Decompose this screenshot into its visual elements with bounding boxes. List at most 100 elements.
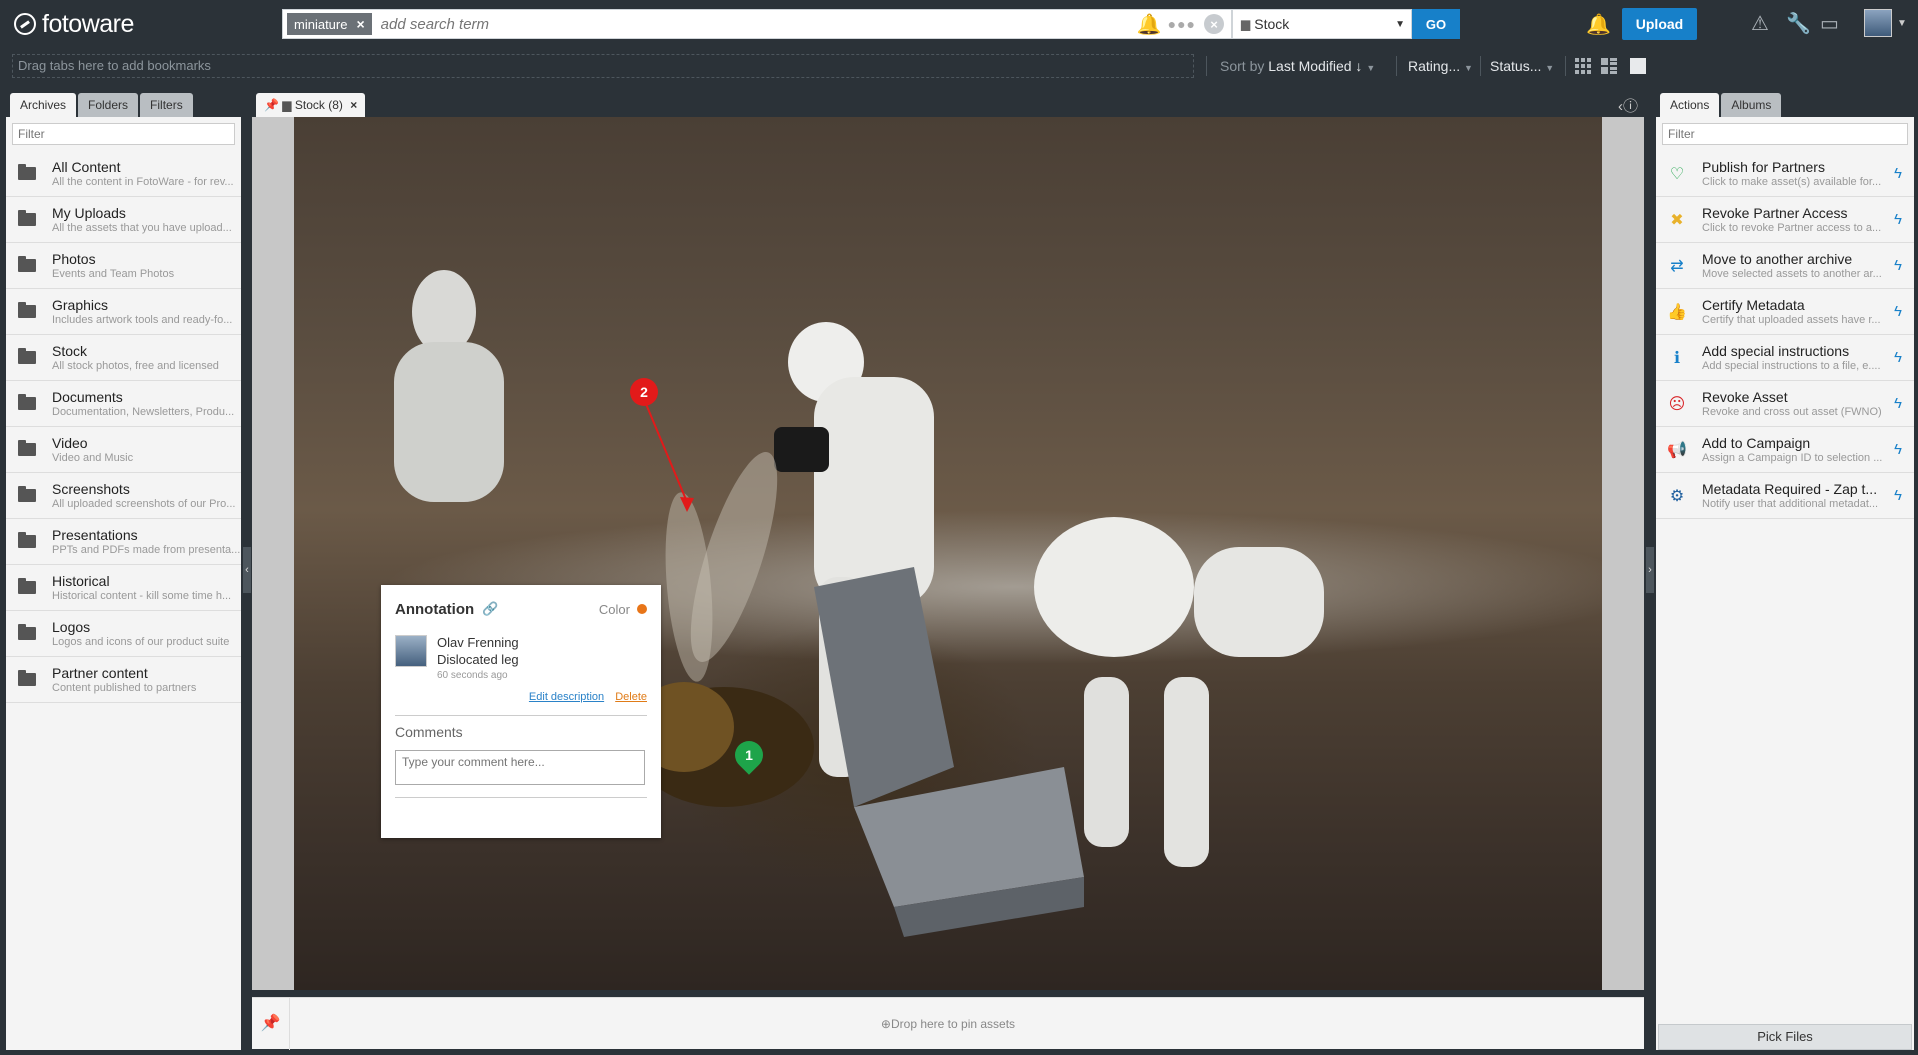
archive-item-presentations[interactable]: Presentations PPTs and PDFs made from pre…: [6, 519, 241, 565]
pin-drop-hint: ⊕Drop here to pin assets: [880, 1017, 1016, 1031]
folder-icon: [18, 670, 36, 686]
archive-title: Stock: [52, 343, 88, 359]
grid-view-icon[interactable]: [1575, 58, 1591, 74]
archive-description: PPTs and PDFs made from presenta...: [52, 544, 241, 556]
marker-label: 1: [745, 747, 753, 763]
action-item[interactable]: ℹ Add special instructions Add special ins…: [1656, 335, 1914, 381]
delete-annotation-link[interactable]: Delete: [615, 691, 647, 703]
archive-item-partner-content[interactable]: Partner content Content published to part…: [6, 657, 241, 703]
clear-search-icon[interactable]: ×: [1204, 14, 1224, 34]
archive-item-stock[interactable]: Stock All stock photos, free and licensed: [6, 335, 241, 381]
tab-actions[interactable]: Actions: [1660, 93, 1720, 117]
search-chip[interactable]: miniature ×: [287, 13, 372, 35]
archive-item-screenshots[interactable]: Screenshots All uploaded screenshots of o…: [6, 473, 241, 519]
comment-input[interactable]: [395, 750, 645, 785]
toolbar: Drag tabs here to add bookmarks Sort by …: [0, 48, 1918, 85]
edit-description-link[interactable]: Edit description: [529, 691, 604, 703]
logo-text: fotoware: [42, 9, 134, 38]
search-chip-label: miniature: [294, 16, 348, 32]
lightning-icon[interactable]: ϟ: [1894, 257, 1902, 274]
folder-icon: [18, 256, 36, 272]
archive-item-video[interactable]: Video Video and Music: [6, 427, 241, 473]
action-item[interactable]: ♡ Publish for Partners Click to make asset…: [1656, 151, 1914, 197]
lightning-icon[interactable]: ϟ: [1894, 349, 1902, 366]
info-icon[interactable]: ‹ⓘ: [1618, 95, 1638, 116]
action-description: Move selected assets to another ar...: [1702, 268, 1882, 280]
fotoware-logo[interactable]: fotoware: [14, 10, 134, 38]
tab-folders[interactable]: Folders: [78, 93, 139, 117]
pick-files-button[interactable]: Pick Files: [1658, 1024, 1912, 1050]
warning-icon[interactable]: ⚠: [1751, 11, 1769, 36]
single-view-icon[interactable]: [1630, 58, 1646, 74]
action-description: Notify user that additional metadat...: [1702, 498, 1879, 510]
folder-icon: ▆: [1241, 17, 1251, 31]
x-icon: ✖: [1670, 211, 1684, 229]
user-avatar[interactable]: [1864, 9, 1892, 37]
collapse-right-handle[interactable]: ›: [1646, 547, 1654, 593]
status-dropdown[interactable]: Status... ▼: [1490, 58, 1554, 74]
archive-item-logos[interactable]: Logos Logos and icons of our product suit…: [6, 611, 241, 657]
lightning-icon[interactable]: ϟ: [1894, 211, 1902, 228]
lightning-icon[interactable]: ϟ: [1894, 165, 1902, 182]
archive-description: All stock photos, free and licensed: [52, 360, 219, 372]
bookmark-dropzone[interactable]: Drag tabs here to add bookmarks: [12, 54, 1194, 78]
list-view-icon[interactable]: [1601, 58, 1617, 74]
pin-dropzone[interactable]: 📌 ⊕Drop here to pin assets: [252, 997, 1644, 1050]
rating-dropdown[interactable]: Rating... ▼: [1408, 58, 1473, 74]
link-icon[interactable]: 🔗: [482, 601, 498, 617]
tab-filters[interactable]: Filters: [140, 93, 193, 117]
archive-filter-input[interactable]: [12, 123, 235, 145]
go-button[interactable]: GO: [1412, 9, 1460, 39]
lightning-icon[interactable]: ϟ: [1894, 395, 1902, 412]
action-item[interactable]: ⚙ Metadata Required - Zap t... Notify user…: [1656, 473, 1914, 519]
annotation-popup: Annotation 🔗 Color Olav Frenning Disloca…: [381, 585, 661, 838]
close-tab-icon[interactable]: ×: [350, 98, 357, 112]
notifications-bell-icon[interactable]: 🔔: [1586, 12, 1611, 37]
more-options-icon[interactable]: ●●●: [1168, 16, 1196, 32]
archive-list: All Content All the content in FotoWare -…: [6, 151, 241, 703]
wrench-icon[interactable]: 🔧: [1786, 11, 1811, 36]
lightning-icon[interactable]: ϟ: [1894, 303, 1902, 320]
upload-button[interactable]: Upload: [1622, 8, 1697, 40]
pin-icon[interactable]: 📌: [264, 98, 279, 112]
asset-image[interactable]: 2 3 1: [294, 117, 1602, 990]
action-title: Revoke Asset: [1702, 389, 1788, 405]
actions-filter-input[interactable]: [1662, 123, 1908, 145]
folder-icon: [18, 302, 36, 318]
chevron-down-icon[interactable]: ▼: [1897, 18, 1907, 29]
status-label: Status...: [1490, 58, 1542, 74]
tab-albums[interactable]: Albums: [1721, 93, 1782, 117]
archive-title: Partner content: [52, 665, 148, 681]
action-item[interactable]: ⇄ Move to another archive Move selected as…: [1656, 243, 1914, 289]
archive-item-historical[interactable]: Historical Historical content - kill some…: [6, 565, 241, 611]
archive-select[interactable]: ▆ Stock ▼: [1232, 9, 1412, 39]
collapse-left-handle[interactable]: ‹: [243, 547, 251, 593]
search-input[interactable]: [380, 15, 1137, 33]
archive-title: Presentations: [52, 527, 138, 543]
annotation-marker-2[interactable]: 2: [630, 378, 658, 406]
tab-archives[interactable]: Archives: [10, 93, 77, 117]
action-item[interactable]: ☹ Revoke Asset Revoke and cross out asset …: [1656, 381, 1914, 427]
archive-item-my-uploads[interactable]: My Uploads All the assets that you have u…: [6, 197, 241, 243]
annotation-marker-1[interactable]: 1: [729, 735, 769, 775]
archive-description: All the content in FotoWare - for rev...: [52, 176, 234, 188]
logo-mark-icon: [14, 13, 36, 35]
author-name: Olav Frenning: [437, 635, 519, 650]
remove-chip-icon[interactable]: ×: [356, 16, 364, 32]
archive-item-graphics[interactable]: Graphics Includes artwork tools and ready…: [6, 289, 241, 335]
action-item[interactable]: ✖ Revoke Partner Access Click to revoke Pa…: [1656, 197, 1914, 243]
left-panel: Archives Folders Filters All ContentAll …: [6, 93, 241, 1050]
archive-item-all-content[interactable]: All Content All the content in FotoWare -…: [6, 151, 241, 197]
lightning-icon[interactable]: ϟ: [1894, 441, 1902, 458]
archive-item-documents[interactable]: Documents Documentation, Newsletters, Pro…: [6, 381, 241, 427]
action-item[interactable]: 👍 Certify Metadata Certify that uploaded a…: [1656, 289, 1914, 335]
tab-stock[interactable]: 📌 ▆ Stock (8) ×: [256, 93, 366, 117]
search-alert-icon[interactable]: 🔔: [1137, 12, 1162, 37]
inbox-icon[interactable]: ▭: [1820, 11, 1839, 36]
sort-dropdown[interactable]: Sort by Last Modified ↓ ▼: [1220, 58, 1375, 74]
action-item[interactable]: 📢 Add to Campaign Assign a Campaign ID to …: [1656, 427, 1914, 473]
archive-item-photos[interactable]: Photos Events and Team Photos: [6, 243, 241, 289]
folder-icon: [18, 440, 36, 456]
annotation-color-picker[interactable]: Color: [599, 602, 647, 617]
lightning-icon[interactable]: ϟ: [1894, 487, 1902, 504]
